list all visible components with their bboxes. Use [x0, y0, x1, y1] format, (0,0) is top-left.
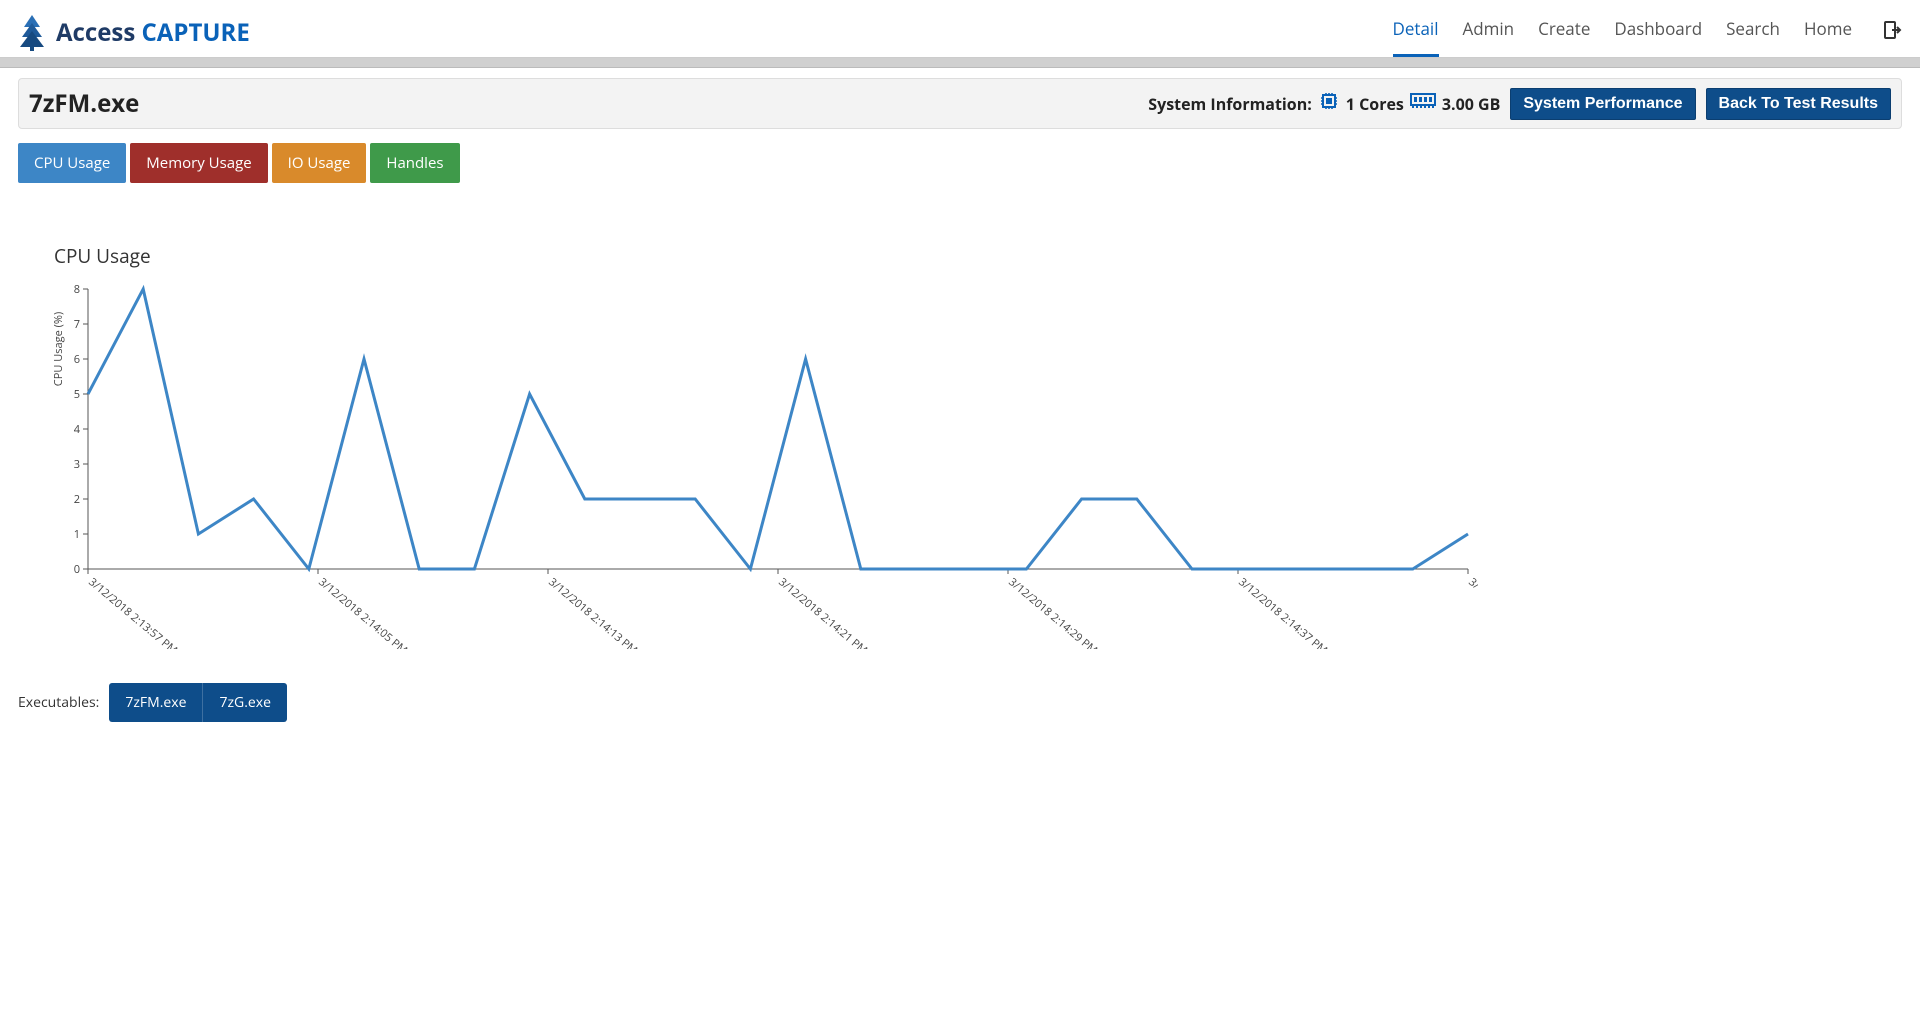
svg-text:CPU Usage (%): CPU Usage (%): [51, 312, 66, 386]
svg-text:3/12/2018 2:13:57 PM: 3/12/2018 2:13:57 PM: [85, 575, 180, 649]
chart-area: 0 1 2 3 4 5 6 7 8 CPU Usage (%) 3/12/2018 2:13:57 …: [48, 279, 1902, 649]
svg-text:6: 6: [74, 352, 80, 367]
nav-home[interactable]: Home: [1804, 8, 1852, 57]
svg-text:5: 5: [74, 387, 80, 402]
cpu-usage-chart: 0 1 2 3 4 5 6 7 8 CPU Usage (%) 3/12/2018 2:13:57 …: [48, 279, 1478, 649]
svg-text:3/12/2018 2:14:37 PM: 3/12/2018 2:14:37 PM: [1235, 575, 1330, 649]
tab-handles[interactable]: Handles: [370, 143, 459, 183]
tab-memory-usage[interactable]: Memory Usage: [130, 143, 267, 183]
svg-text:3/12/2018 2:14:45 PM: 3/12/2018 2:14:45 PM: [1465, 575, 1478, 649]
page-title: 7zFM.exe: [29, 87, 139, 120]
chart-title: CPU Usage: [54, 243, 1902, 269]
back-to-results-button[interactable]: Back To Test Results: [1706, 88, 1891, 120]
titlebar: 7zFM.exe System Information: 1 Cores: [18, 78, 1902, 129]
executables-buttons: 7zFM.exe 7zG.exe: [109, 683, 287, 722]
brand-logo-icon: [18, 13, 46, 53]
executable-7zg[interactable]: 7zG.exe: [202, 683, 286, 722]
executable-7zfm[interactable]: 7zFM.exe: [109, 683, 202, 722]
brand-capture: CAPTURE: [142, 16, 250, 49]
executables-row: Executables: 7zFM.exe 7zG.exe: [18, 683, 1902, 722]
brand: Access CAPTURE: [18, 13, 250, 53]
tab-cpu-usage[interactable]: CPU Usage: [18, 143, 126, 183]
svg-text:7: 7: [74, 317, 80, 332]
page-body: 7zFM.exe System Information: 1 Cores: [0, 68, 1920, 732]
logout-icon[interactable]: [1884, 8, 1902, 57]
svg-text:0: 0: [74, 562, 80, 577]
brand-title: Access CAPTURE: [56, 16, 250, 49]
memory-icon: [1410, 91, 1436, 116]
svg-text:3/12/2018 2:14:21 PM: 3/12/2018 2:14:21 PM: [775, 575, 870, 649]
metric-tabs: CPU Usage Memory Usage IO Usage Handles: [18, 143, 1902, 183]
svg-text:8: 8: [74, 282, 80, 297]
system-info-label: System Information:: [1148, 93, 1312, 115]
topbar: Access CAPTURE Detail Admin Create Dashb…: [0, 0, 1920, 58]
system-performance-button[interactable]: System Performance: [1510, 88, 1695, 120]
brand-access: Access: [56, 16, 135, 49]
svg-text:2: 2: [74, 492, 80, 507]
nav-detail[interactable]: Detail: [1393, 8, 1439, 57]
memory-value: 3.00 GB: [1442, 93, 1501, 115]
svg-text:3/12/2018 2:14:05 PM: 3/12/2018 2:14:05 PM: [315, 575, 410, 649]
separator-strip: [0, 58, 1920, 68]
svg-text:4: 4: [74, 422, 81, 437]
svg-text:3/12/2018 2:14:29 PM: 3/12/2018 2:14:29 PM: [1005, 575, 1100, 649]
cores-value: 1 Cores: [1346, 93, 1404, 115]
svg-text:1: 1: [74, 527, 80, 542]
chart-container: CPU Usage 0 1 2 3 4 5 6 7 8 CPU Usage (%) 3/12/201…: [18, 243, 1902, 649]
nav-dashboard[interactable]: Dashboard: [1614, 8, 1702, 57]
system-info: System Information: 1 Cores: [1148, 90, 1500, 117]
svg-text:3/12/2018 2:14:13 PM: 3/12/2018 2:14:13 PM: [545, 575, 640, 649]
executables-label: Executables:: [18, 693, 99, 712]
nav-search[interactable]: Search: [1726, 8, 1780, 57]
main-nav: Detail Admin Create Dashboard Search Hom…: [1393, 8, 1902, 57]
nav-create[interactable]: Create: [1538, 8, 1590, 57]
tab-io-usage[interactable]: IO Usage: [272, 143, 367, 183]
titlebar-right: System Information: 1 Cores: [1148, 88, 1891, 120]
svg-text:3: 3: [74, 457, 80, 472]
nav-admin[interactable]: Admin: [1463, 8, 1515, 57]
cpu-icon: [1318, 90, 1340, 117]
